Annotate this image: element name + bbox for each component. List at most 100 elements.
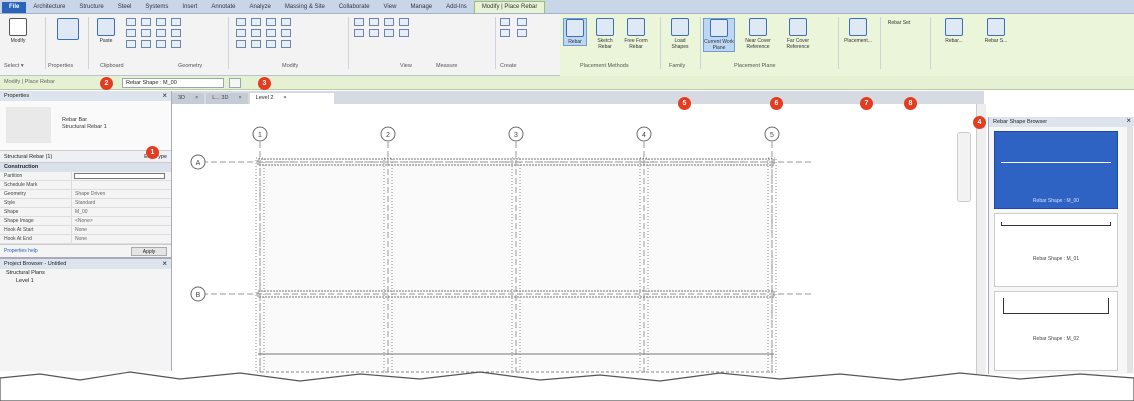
rebar-browser-scrollbar[interactable]	[1127, 127, 1133, 373]
construction-category[interactable]: Construction	[0, 163, 171, 172]
tab-insert[interactable]: Insert	[175, 2, 204, 13]
navigation-bar[interactable]	[957, 132, 971, 202]
grid-bubble-b[interactable]: B	[190, 286, 206, 302]
grid-bubble-1[interactable]: 1	[252, 126, 268, 142]
grid-bubble-a[interactable]: A	[190, 154, 206, 170]
grid-bubble-5[interactable]: 5	[764, 126, 780, 142]
demolish-icon[interactable]	[141, 40, 151, 48]
override-icon[interactable]	[369, 18, 379, 26]
scale-icon[interactable]	[266, 40, 276, 48]
grid-bubble-3[interactable]: 3	[508, 126, 524, 142]
property-value[interactable]: None	[72, 226, 171, 234]
modify-button[interactable]: Modify	[4, 18, 32, 44]
format-icon[interactable]	[126, 40, 136, 48]
dimension-icon[interactable]	[399, 18, 409, 26]
rotate-icon[interactable]	[266, 29, 276, 37]
property-value[interactable]	[74, 173, 165, 179]
measure-icon[interactable]	[384, 18, 394, 26]
property-row[interactable]: Shape Image <None>	[0, 217, 171, 226]
move-icon[interactable]	[236, 29, 246, 37]
tab-file[interactable]: File	[2, 2, 27, 13]
far-cover-button[interactable]: Far Cover Reference	[780, 18, 816, 50]
tab-systems[interactable]: Systems	[138, 2, 175, 13]
array-icon[interactable]	[251, 40, 261, 48]
property-value[interactable]: <None>	[72, 217, 171, 225]
property-row[interactable]: Hook At Start None	[0, 226, 171, 235]
type-properties-button[interactable]	[54, 18, 82, 40]
rebar-shape-item[interactable]: Rebar Shape : M_00	[994, 131, 1118, 209]
canvas-scrollbar[interactable]	[976, 104, 986, 374]
trim-icon[interactable]	[281, 29, 291, 37]
rebar-presentation-button[interactable]: Rebar...	[940, 18, 968, 44]
property-row[interactable]: Shape M_00	[0, 208, 171, 217]
angle-icon[interactable]	[384, 29, 394, 37]
drawing-canvas[interactable]: 1 2 3 4 5 A B	[172, 104, 984, 374]
property-value[interactable]: M_00	[72, 208, 171, 216]
near-cover-button[interactable]: Near Cover Reference	[740, 18, 776, 50]
tab-modify-place-rebar[interactable]: Modify | Place Rebar	[473, 1, 546, 13]
cut-geometry-icon[interactable]	[171, 40, 181, 48]
rebar-shape-dropdown[interactable]: Rebar Shape : M_00	[122, 78, 224, 88]
paste-button[interactable]: Paste	[92, 18, 120, 44]
tag-icon[interactable]	[399, 29, 409, 37]
type-preview[interactable]: Rebar Bar Structural Rebar 1	[0, 101, 171, 151]
isolate-icon[interactable]	[354, 29, 364, 37]
rebar-shape-item[interactable]: Rebar Shape : M_01	[994, 213, 1118, 287]
wall-join-icon[interactable]	[171, 29, 181, 37]
paint-icon[interactable]	[141, 29, 151, 37]
view-tab-3d[interactable]: 3D ×	[172, 93, 205, 104]
linework-icon[interactable]	[369, 29, 379, 37]
rebar-set-button[interactable]: Rebar Set	[884, 18, 914, 26]
split-face-icon[interactable]	[156, 29, 166, 37]
tab-massing-site[interactable]: Massing & Site	[278, 2, 332, 13]
cut-icon[interactable]	[126, 18, 136, 26]
pin-icon[interactable]	[281, 40, 291, 48]
tab-collaborate[interactable]: Collaborate	[332, 2, 377, 13]
property-row[interactable]: Schedule Mark	[0, 181, 171, 190]
split-icon[interactable]	[236, 40, 246, 48]
tab-analyze[interactable]: Analyze	[242, 2, 277, 13]
tab-annotate[interactable]: Annotate	[204, 2, 242, 13]
mirror-draw-icon[interactable]	[281, 18, 291, 26]
unjoin-icon[interactable]	[156, 40, 166, 48]
copy-icon[interactable]	[141, 18, 151, 26]
grid-bubble-2[interactable]: 2	[380, 126, 396, 142]
rebar-shape-button[interactable]: Rebar S...	[982, 18, 1010, 44]
view-tab-level-2[interactable]: Level 2 ×	[249, 93, 334, 104]
view-tab-l-3d[interactable]: L... 3D ×	[206, 93, 248, 104]
tab-structure[interactable]: Structure	[72, 2, 110, 13]
property-value[interactable]: Standard	[72, 199, 171, 207]
browser-item-level-1[interactable]: Level 1	[0, 277, 171, 285]
match-icon[interactable]	[126, 29, 136, 37]
create-parts-icon[interactable]	[500, 29, 510, 37]
rebar-shape-item[interactable]: Rebar Shape : M_02	[994, 291, 1118, 371]
close-icon[interactable]: ×	[238, 95, 241, 102]
property-row[interactable]: Style Standard	[0, 199, 171, 208]
cope-icon[interactable]	[171, 18, 181, 26]
close-icon[interactable]: ×	[1126, 116, 1131, 125]
hide-icon[interactable]	[354, 18, 364, 26]
tab-view[interactable]: View	[377, 2, 404, 13]
property-value[interactable]: Shape Driven	[72, 190, 171, 198]
close-icon[interactable]: ×	[195, 95, 198, 102]
apply-button[interactable]: Apply	[131, 246, 167, 256]
close-icon[interactable]: ×	[283, 95, 286, 102]
sketch-rebar-button[interactable]: Sketch Rebar	[591, 18, 619, 50]
grid-bubble-4[interactable]: 4	[636, 126, 652, 142]
browser-item-structural-plans[interactable]: Structural Plans	[0, 269, 171, 277]
property-row[interactable]: Partition	[0, 172, 171, 181]
mirror-axis-icon[interactable]	[266, 18, 276, 26]
close-icon[interactable]: ×	[162, 91, 167, 100]
tab-add-ins[interactable]: Add-Ins	[439, 2, 474, 13]
options-dropdown-button[interactable]	[229, 78, 241, 88]
create-assembly-icon[interactable]	[500, 18, 510, 26]
align-icon[interactable]	[236, 18, 246, 26]
close-icon[interactable]: ×	[162, 259, 167, 268]
rebar-button[interactable]: Rebar	[563, 18, 587, 46]
current-work-plane-button[interactable]: Current Work Plane	[703, 18, 735, 52]
property-value[interactable]	[72, 181, 171, 189]
property-value[interactable]: None	[72, 235, 171, 243]
tab-architecture[interactable]: Architecture	[26, 2, 72, 13]
create-group-icon[interactable]	[517, 18, 527, 26]
tab-manage[interactable]: Manage	[403, 2, 439, 13]
